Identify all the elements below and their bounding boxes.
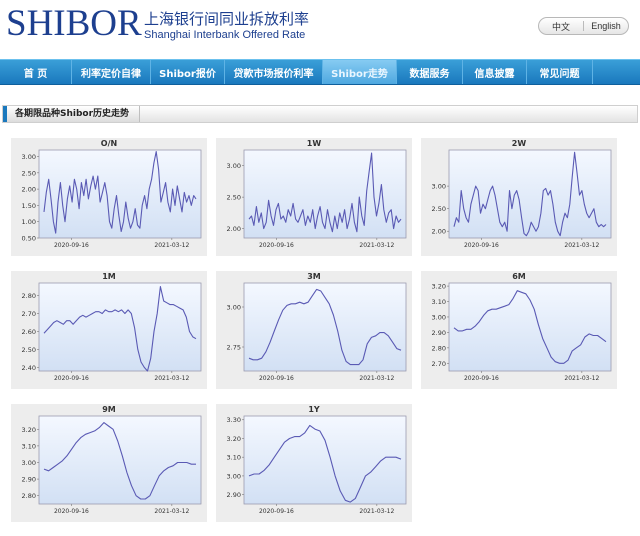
chart-svg: 9M 3.20 3.10 3.00 2.90 2.80 2020-09-16 2021-03-… bbox=[22, 405, 202, 515]
y-tick-label: 2.90 bbox=[227, 491, 241, 499]
y-tick-label: 1.50 bbox=[22, 202, 36, 210]
lang-chinese-link[interactable]: 中文 bbox=[539, 20, 583, 33]
chart-1m: 1M 2.80 2.70 2.60 2.50 2.40 2020-09-16 2021-03-… bbox=[11, 271, 207, 389]
logo-english-name: Shanghai Interbank Offered Rate bbox=[144, 29, 306, 41]
y-tick-label: 3.10 bbox=[432, 298, 446, 306]
x-tick-label: 2020-09-16 bbox=[54, 242, 89, 249]
x-tick-label: 2021-03-12 bbox=[564, 242, 599, 249]
chart-6m: 6M 3.20 3.10 3.00 2.90 2.80 2.70 2020-09-16 2021… bbox=[421, 271, 617, 389]
y-tick-label: 2.80 bbox=[432, 344, 446, 352]
y-tick-label: 2.80 bbox=[22, 492, 36, 500]
x-tick-label: 2020-09-16 bbox=[259, 508, 294, 515]
chart-svg: 1Y 3.30 3.20 3.10 3.00 2.90 2020-09-16 2021-03-… bbox=[227, 405, 407, 515]
language-switcher: 中文 English bbox=[538, 17, 629, 35]
chart-svg: 1W 3.00 2.50 2.00 2020-09-16 2021-03-12 bbox=[227, 139, 407, 249]
chart-svg: 2W 3.00 2.50 2.00 2020-09-16 2021-03-12 bbox=[432, 139, 612, 249]
plot-area bbox=[243, 282, 407, 372]
chart-title: 1W bbox=[307, 139, 322, 148]
section-title-bar: 各期限品种Shibor历史走势 bbox=[2, 105, 638, 123]
y-tick-label: 3.00 bbox=[22, 153, 36, 161]
y-tick-label: 2.50 bbox=[22, 169, 36, 177]
y-tick-label: 2.90 bbox=[432, 329, 446, 337]
x-tick-label: 2021-03-12 bbox=[564, 375, 599, 382]
y-tick-label: 2.00 bbox=[432, 228, 446, 236]
y-tick-label: 2.90 bbox=[22, 476, 36, 484]
chart-title: 3M bbox=[307, 272, 321, 281]
x-tick-label: 2021-03-12 bbox=[154, 375, 189, 382]
site-header: SHIBOR 上海银行间同业拆放利率 Shanghai Interbank Of… bbox=[0, 0, 640, 54]
chart-on: O/N 3.00 2.50 2.00 1.50 1.00 0.50 2020-09-16 202… bbox=[11, 138, 207, 256]
chart-svg: 3M 3.00 2.75 2020-09-16 2021-03-12 bbox=[227, 272, 407, 382]
chart-svg: 1M 2.80 2.70 2.60 2.50 2.40 2020-09-16 2021-03-… bbox=[22, 272, 202, 382]
y-tick-label: 3.30 bbox=[227, 416, 241, 424]
section-title: 各期限品种Shibor历史走势 bbox=[7, 106, 141, 122]
nav-shibor-quotes[interactable]: Shibor报价 bbox=[151, 60, 225, 84]
y-tick-label: 3.20 bbox=[227, 435, 241, 443]
chart-1w: 1W 3.00 2.50 2.00 2020-09-16 2021-03-12 bbox=[216, 138, 412, 256]
y-tick-label: 2.75 bbox=[227, 344, 241, 352]
x-tick-label: 2020-09-16 bbox=[54, 508, 89, 515]
nav-disclosure[interactable]: 信息披露 bbox=[463, 60, 527, 84]
main-nav: 首 页 利率定价自律 Shibor报价 贷款市场报价利率 Shibor走势 数据… bbox=[0, 59, 640, 85]
y-tick-label: 0.50 bbox=[22, 235, 36, 243]
nav-data-services[interactable]: 数据服务 bbox=[397, 60, 463, 84]
y-tick-label: 3.00 bbox=[227, 304, 241, 312]
x-tick-label: 2020-09-16 bbox=[259, 375, 294, 382]
chart-title: 1M bbox=[102, 272, 116, 281]
x-tick-label: 2021-03-12 bbox=[359, 508, 394, 515]
y-tick-label: 1.00 bbox=[22, 218, 36, 226]
y-tick-label: 3.00 bbox=[227, 472, 241, 480]
y-tick-label: 3.20 bbox=[432, 283, 446, 291]
lang-english-link[interactable]: English bbox=[584, 21, 628, 31]
plot-area bbox=[38, 282, 202, 372]
chart-title: 1Y bbox=[308, 405, 320, 414]
chart-svg: O/N 3.00 2.50 2.00 1.50 1.00 0.50 2020-09-16 202… bbox=[22, 139, 202, 249]
x-tick-label: 2020-09-16 bbox=[464, 242, 499, 249]
y-tick-label: 2.70 bbox=[432, 360, 446, 368]
y-tick-label: 3.00 bbox=[227, 162, 241, 170]
nav-rate-pricing[interactable]: 利率定价自律 bbox=[72, 60, 151, 84]
y-tick-label: 3.00 bbox=[22, 459, 36, 467]
y-tick-label: 2.80 bbox=[22, 292, 36, 300]
chart-title: 2W bbox=[512, 139, 527, 148]
y-tick-label: 2.00 bbox=[22, 186, 36, 194]
y-tick-label: 2.70 bbox=[22, 310, 36, 318]
y-tick-label: 2.60 bbox=[22, 328, 36, 336]
chart-svg: 6M 3.20 3.10 3.00 2.90 2.80 2.70 2020-09-16 2021… bbox=[432, 272, 612, 382]
x-tick-label: 2021-03-12 bbox=[359, 242, 394, 249]
y-tick-label: 3.10 bbox=[22, 442, 36, 450]
chart-2w: 2W 3.00 2.50 2.00 2020-09-16 2021-03-12 bbox=[421, 138, 617, 256]
chart-9m: 9M 3.20 3.10 3.00 2.90 2.80 2020-09-16 2021-03-… bbox=[11, 404, 207, 522]
y-tick-label: 3.00 bbox=[432, 313, 446, 321]
y-tick-label: 2.50 bbox=[227, 194, 241, 202]
y-tick-label: 3.20 bbox=[22, 426, 36, 434]
chart-title: O/N bbox=[101, 139, 117, 148]
nav-lpr[interactable]: 贷款市场报价利率 bbox=[225, 60, 323, 84]
chart-3m: 3M 3.00 2.75 2020-09-16 2021-03-12 bbox=[216, 271, 412, 389]
x-tick-label: 2021-03-12 bbox=[154, 508, 189, 515]
y-tick-label: 2.00 bbox=[227, 225, 241, 233]
logo-shibor[interactable]: SHIBOR bbox=[6, 4, 142, 44]
chart-title: 9M bbox=[102, 405, 116, 414]
chart-title: 6M bbox=[512, 272, 526, 281]
x-tick-label: 2020-09-16 bbox=[259, 242, 294, 249]
y-tick-label: 2.40 bbox=[22, 364, 36, 372]
y-tick-label: 3.00 bbox=[432, 183, 446, 191]
nav-faq[interactable]: 常见问题 bbox=[527, 60, 593, 84]
nav-shibor-trend[interactable]: Shibor走势 bbox=[323, 60, 397, 84]
x-tick-label: 2020-09-16 bbox=[54, 375, 89, 382]
x-tick-label: 2020-09-16 bbox=[464, 375, 499, 382]
chart-1y: 1Y 3.30 3.20 3.10 3.00 2.90 2020-09-16 2021-03-… bbox=[216, 404, 412, 522]
y-tick-label: 2.50 bbox=[432, 205, 446, 213]
y-tick-label: 2.50 bbox=[22, 346, 36, 354]
y-tick-label: 3.10 bbox=[227, 454, 241, 462]
x-tick-label: 2021-03-12 bbox=[154, 242, 189, 249]
nav-home[interactable]: 首 页 bbox=[0, 60, 72, 84]
logo-chinese-name: 上海银行间同业拆放利率 bbox=[144, 10, 310, 28]
x-tick-label: 2021-03-12 bbox=[359, 375, 394, 382]
